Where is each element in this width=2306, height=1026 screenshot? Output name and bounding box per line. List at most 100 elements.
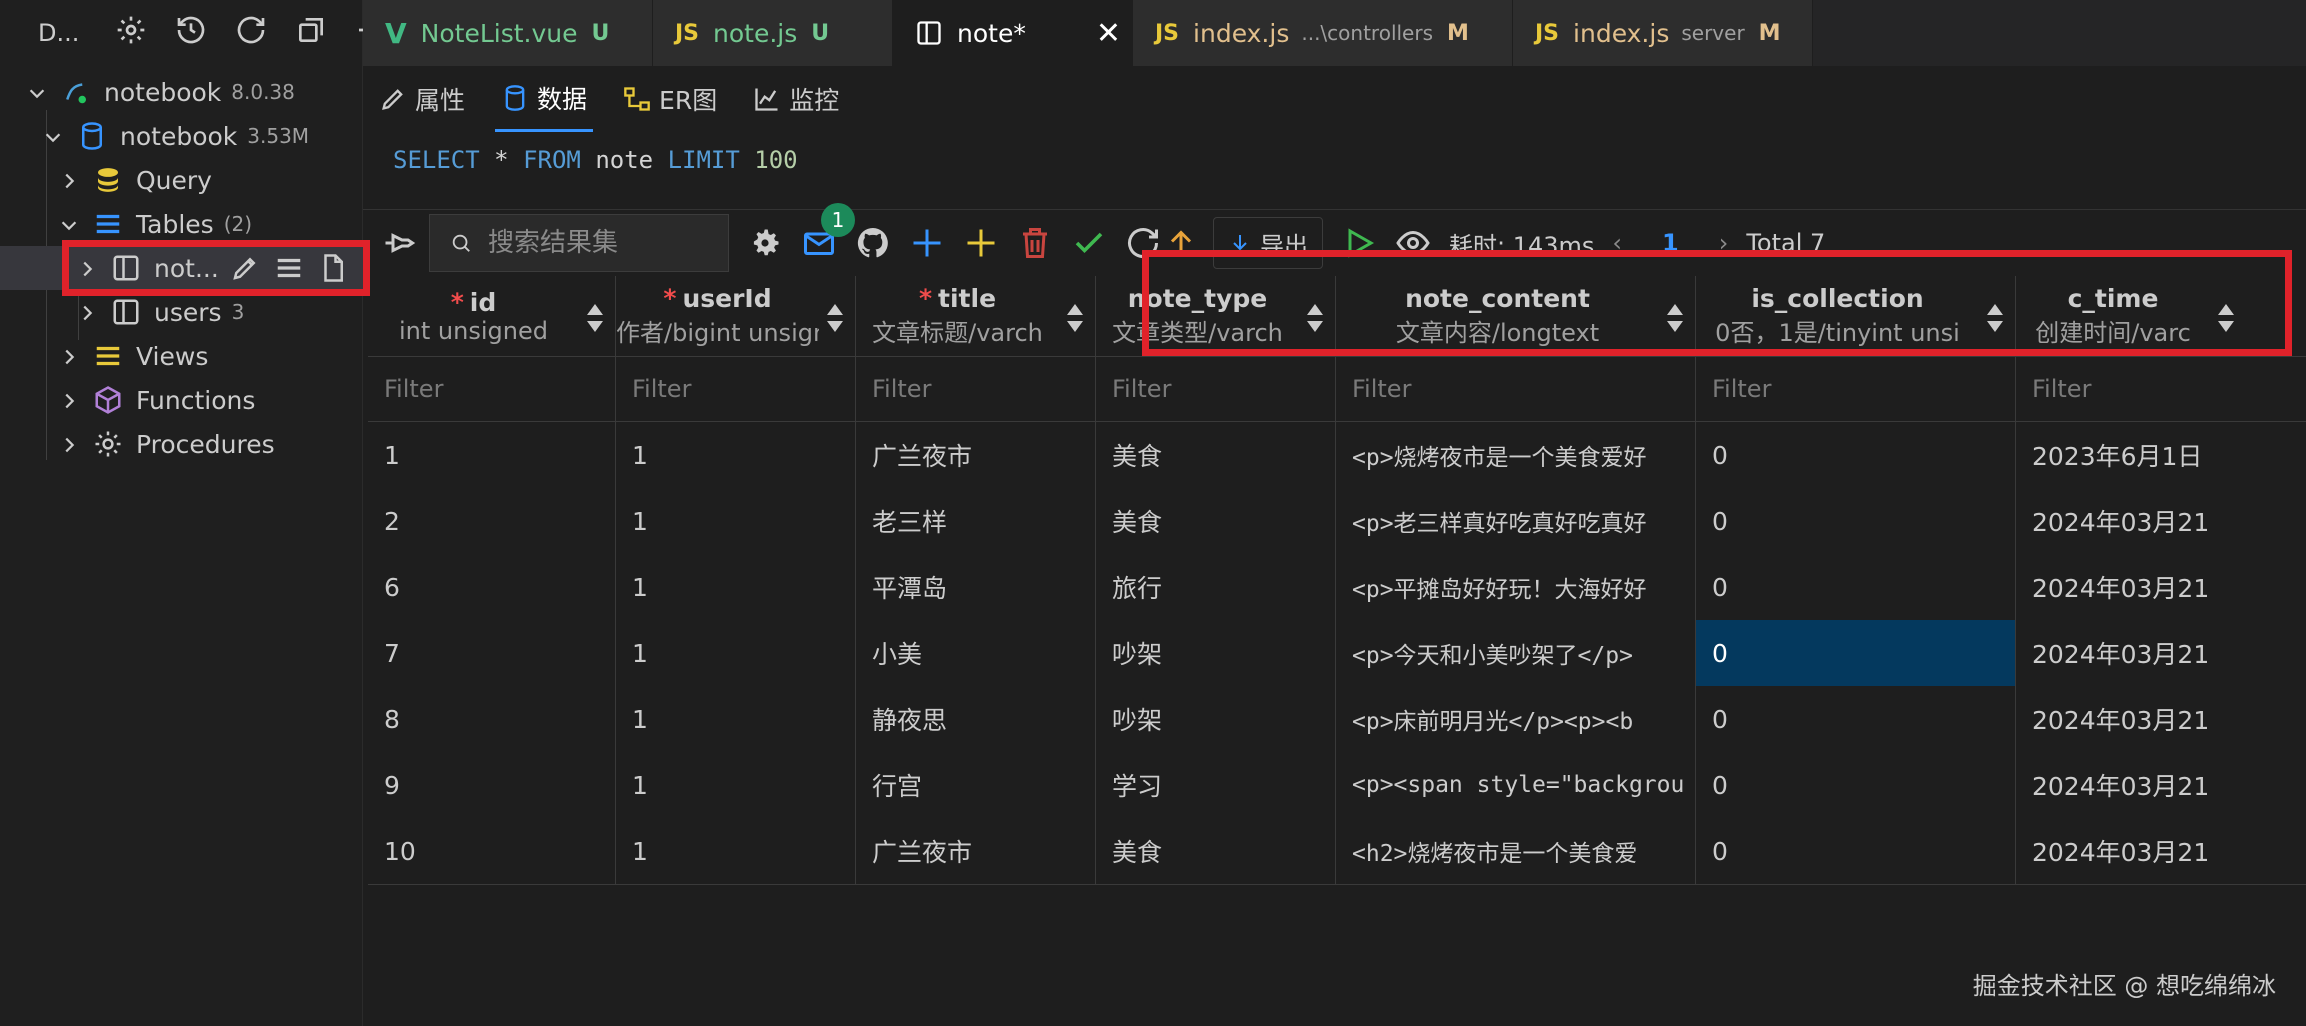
cell-is-collection[interactable]: 0 [1696, 422, 2016, 488]
cell-userid[interactable]: 1 [616, 488, 856, 554]
table-row[interactable]: 9 1 行宫 学习 <p><span style="backgrou 0 2024年03月2… [368, 752, 2306, 818]
table-row[interactable]: 6 1 平潭岛 旅行 <p>平摊岛好好玩！大海好好 0 2024年03月21 [368, 554, 2306, 620]
chevron-right-icon[interactable] [76, 301, 98, 323]
chevron-right-icon[interactable] [58, 169, 80, 191]
sort-icon[interactable] [585, 302, 605, 334]
chevron-down-icon[interactable] [58, 213, 80, 235]
tree-item-users-table[interactable]: users 3 [0, 290, 244, 334]
tab-note-js[interactable]: JS note.js U [653, 0, 893, 66]
column-header-id[interactable]: * id int unsigned [368, 276, 616, 356]
cell-c-time[interactable]: 2024年03月21 [2016, 620, 2306, 686]
tree-item-procedures[interactable]: Procedures [0, 422, 275, 466]
tab-properties[interactable]: 属性 [373, 66, 471, 132]
cell-title[interactable]: 老三样 [856, 488, 1096, 554]
tree-item-database[interactable]: notebook 3.53M [0, 114, 309, 158]
filter-cell[interactable] [368, 357, 616, 421]
column-header-note-content[interactable]: note_content 文章内容/longtext [1336, 276, 1696, 356]
cell-note-content[interactable]: <p>床前明月光</p><p><b [1336, 686, 1696, 752]
tree-item-views[interactable]: Views [0, 334, 208, 378]
cell-userid[interactable]: 1 [616, 554, 856, 620]
tab-index-js-server[interactable]: JS index.js server M [1513, 0, 1813, 66]
tab-monitor[interactable]: 监控 [747, 66, 845, 132]
tree-item-connection[interactable]: notebook 8.0.38 [0, 70, 295, 114]
import-up-icon[interactable] [1163, 225, 1199, 261]
cell-c-time[interactable]: 2023年6月1日 [2016, 422, 2306, 488]
tab-data[interactable]: 数据 [495, 66, 594, 132]
filter-input-title[interactable] [872, 375, 1095, 403]
file-icon[interactable] [317, 252, 349, 284]
chevron-right-icon[interactable] [58, 389, 80, 411]
list-icon[interactable] [273, 252, 305, 284]
filter-cell[interactable] [856, 357, 1096, 421]
sort-icon[interactable] [1985, 302, 2005, 334]
column-header-note-type[interactable]: note_type 文章类型/varch [1096, 276, 1336, 356]
cell-id[interactable]: 1 [368, 422, 616, 488]
table-row[interactable]: 2 1 老三样 美食 <p>老三样真好吃真好吃真好 0 2024年03月21 [368, 488, 2306, 554]
cell-note-type[interactable]: 吵架 [1096, 686, 1336, 752]
sql-editor[interactable]: SELECT * FROM note LIMIT 100 [363, 132, 2306, 210]
cell-is-collection[interactable]: 0 [1696, 686, 2016, 752]
search-box[interactable] [429, 214, 729, 272]
sort-icon[interactable] [1305, 302, 1325, 334]
sort-icon[interactable] [825, 302, 845, 334]
sort-icon[interactable] [1065, 302, 1085, 334]
column-header-userid[interactable]: *userId 作者/bigint unsigne [616, 276, 856, 356]
cell-c-time[interactable]: 2024年03月21 [2016, 488, 2306, 554]
chevron-right-icon[interactable] [58, 345, 80, 367]
cell-id[interactable]: 9 [368, 752, 616, 818]
cell-note-type[interactable]: 旅行 [1096, 554, 1336, 620]
cell-note-type[interactable]: 吵架 [1096, 620, 1336, 686]
next-page-button[interactable]: › [1719, 229, 1729, 257]
cell-id[interactable]: 7 [368, 620, 616, 686]
chevron-down-icon[interactable] [26, 81, 48, 103]
filter-input-c-time[interactable] [2032, 375, 2306, 403]
cell-note-type[interactable]: 美食 [1096, 818, 1336, 884]
filter-input-is-collection[interactable] [1712, 375, 2015, 403]
collapse-all-icon[interactable] [295, 14, 327, 53]
cell-note-type[interactable]: 学习 [1096, 752, 1336, 818]
cell-userid[interactable]: 1 [616, 818, 856, 884]
tab-note-table[interactable]: note* ✕ [893, 0, 1133, 66]
prev-page-button[interactable]: ‹ [1612, 229, 1622, 257]
settings-icon[interactable] [747, 225, 783, 261]
filter-cell[interactable] [1336, 357, 1696, 421]
add-column-icon[interactable] [963, 225, 999, 261]
cell-userid[interactable]: 1 [616, 620, 856, 686]
filter-cell[interactable] [2016, 357, 2306, 421]
cell-userid[interactable]: 1 [616, 422, 856, 488]
cell-userid[interactable]: 1 [616, 686, 856, 752]
filter-cell[interactable] [616, 357, 856, 421]
chevron-right-icon[interactable] [76, 257, 98, 279]
table-row[interactable]: 10 1 广兰夜市 美食 <h2>烧烤夜市是一个美食爱 0 2024年03月21 [368, 818, 2306, 884]
table-row[interactable]: 8 1 静夜思 吵架 <p>床前明月光</p><p><b 0 2024年03月21 [368, 686, 2306, 752]
cell-note-content[interactable]: <p>烧烤夜市是一个美食爱好 [1336, 422, 1696, 488]
cell-title[interactable]: 平潭岛 [856, 554, 1096, 620]
sort-icon[interactable] [1665, 302, 1685, 334]
filter-cell[interactable] [1696, 357, 2016, 421]
tab-index-js-controllers[interactable]: JS index.js ...\controllers M [1133, 0, 1513, 66]
filter-input-note-content[interactable] [1352, 375, 1695, 403]
refresh-icon[interactable] [1125, 225, 1161, 261]
chevron-right-icon[interactable] [58, 433, 80, 455]
cell-is-collection[interactable]: 0 [1696, 620, 2016, 686]
filter-input-userid[interactable] [632, 375, 855, 403]
cell-c-time[interactable]: 2024年03月21 [2016, 752, 2306, 818]
search-input[interactable] [488, 228, 728, 258]
tab-er-diagram[interactable]: ER图 [617, 66, 723, 132]
cell-title[interactable]: 行宫 [856, 752, 1096, 818]
cell-title[interactable]: 广兰夜市 [856, 818, 1096, 884]
add-row-icon[interactable] [909, 225, 945, 261]
cell-note-type[interactable]: 美食 [1096, 422, 1336, 488]
eye-icon[interactable] [1395, 225, 1431, 261]
cell-is-collection[interactable]: 0 [1696, 818, 2016, 884]
tree-item-note-table[interactable]: not... [0, 246, 363, 290]
settings-icon[interactable] [115, 14, 147, 53]
pin-icon[interactable] [381, 225, 417, 261]
table-row[interactable]: 7 1 小美 吵架 <p>今天和小美吵架了</p> 0 2024年03月21 [368, 620, 2306, 686]
close-icon[interactable]: ✕ [1096, 16, 1121, 51]
cell-note-content[interactable]: <p>今天和小美吵架了</p> [1336, 620, 1696, 686]
tree-item-tables[interactable]: Tables (2) [0, 202, 252, 246]
commit-check-icon[interactable] [1071, 225, 1107, 261]
chevron-down-icon[interactable] [42, 125, 64, 147]
column-header-is-collection[interactable]: is_collection 0否，1是/tinyint unsi [1696, 276, 2016, 356]
